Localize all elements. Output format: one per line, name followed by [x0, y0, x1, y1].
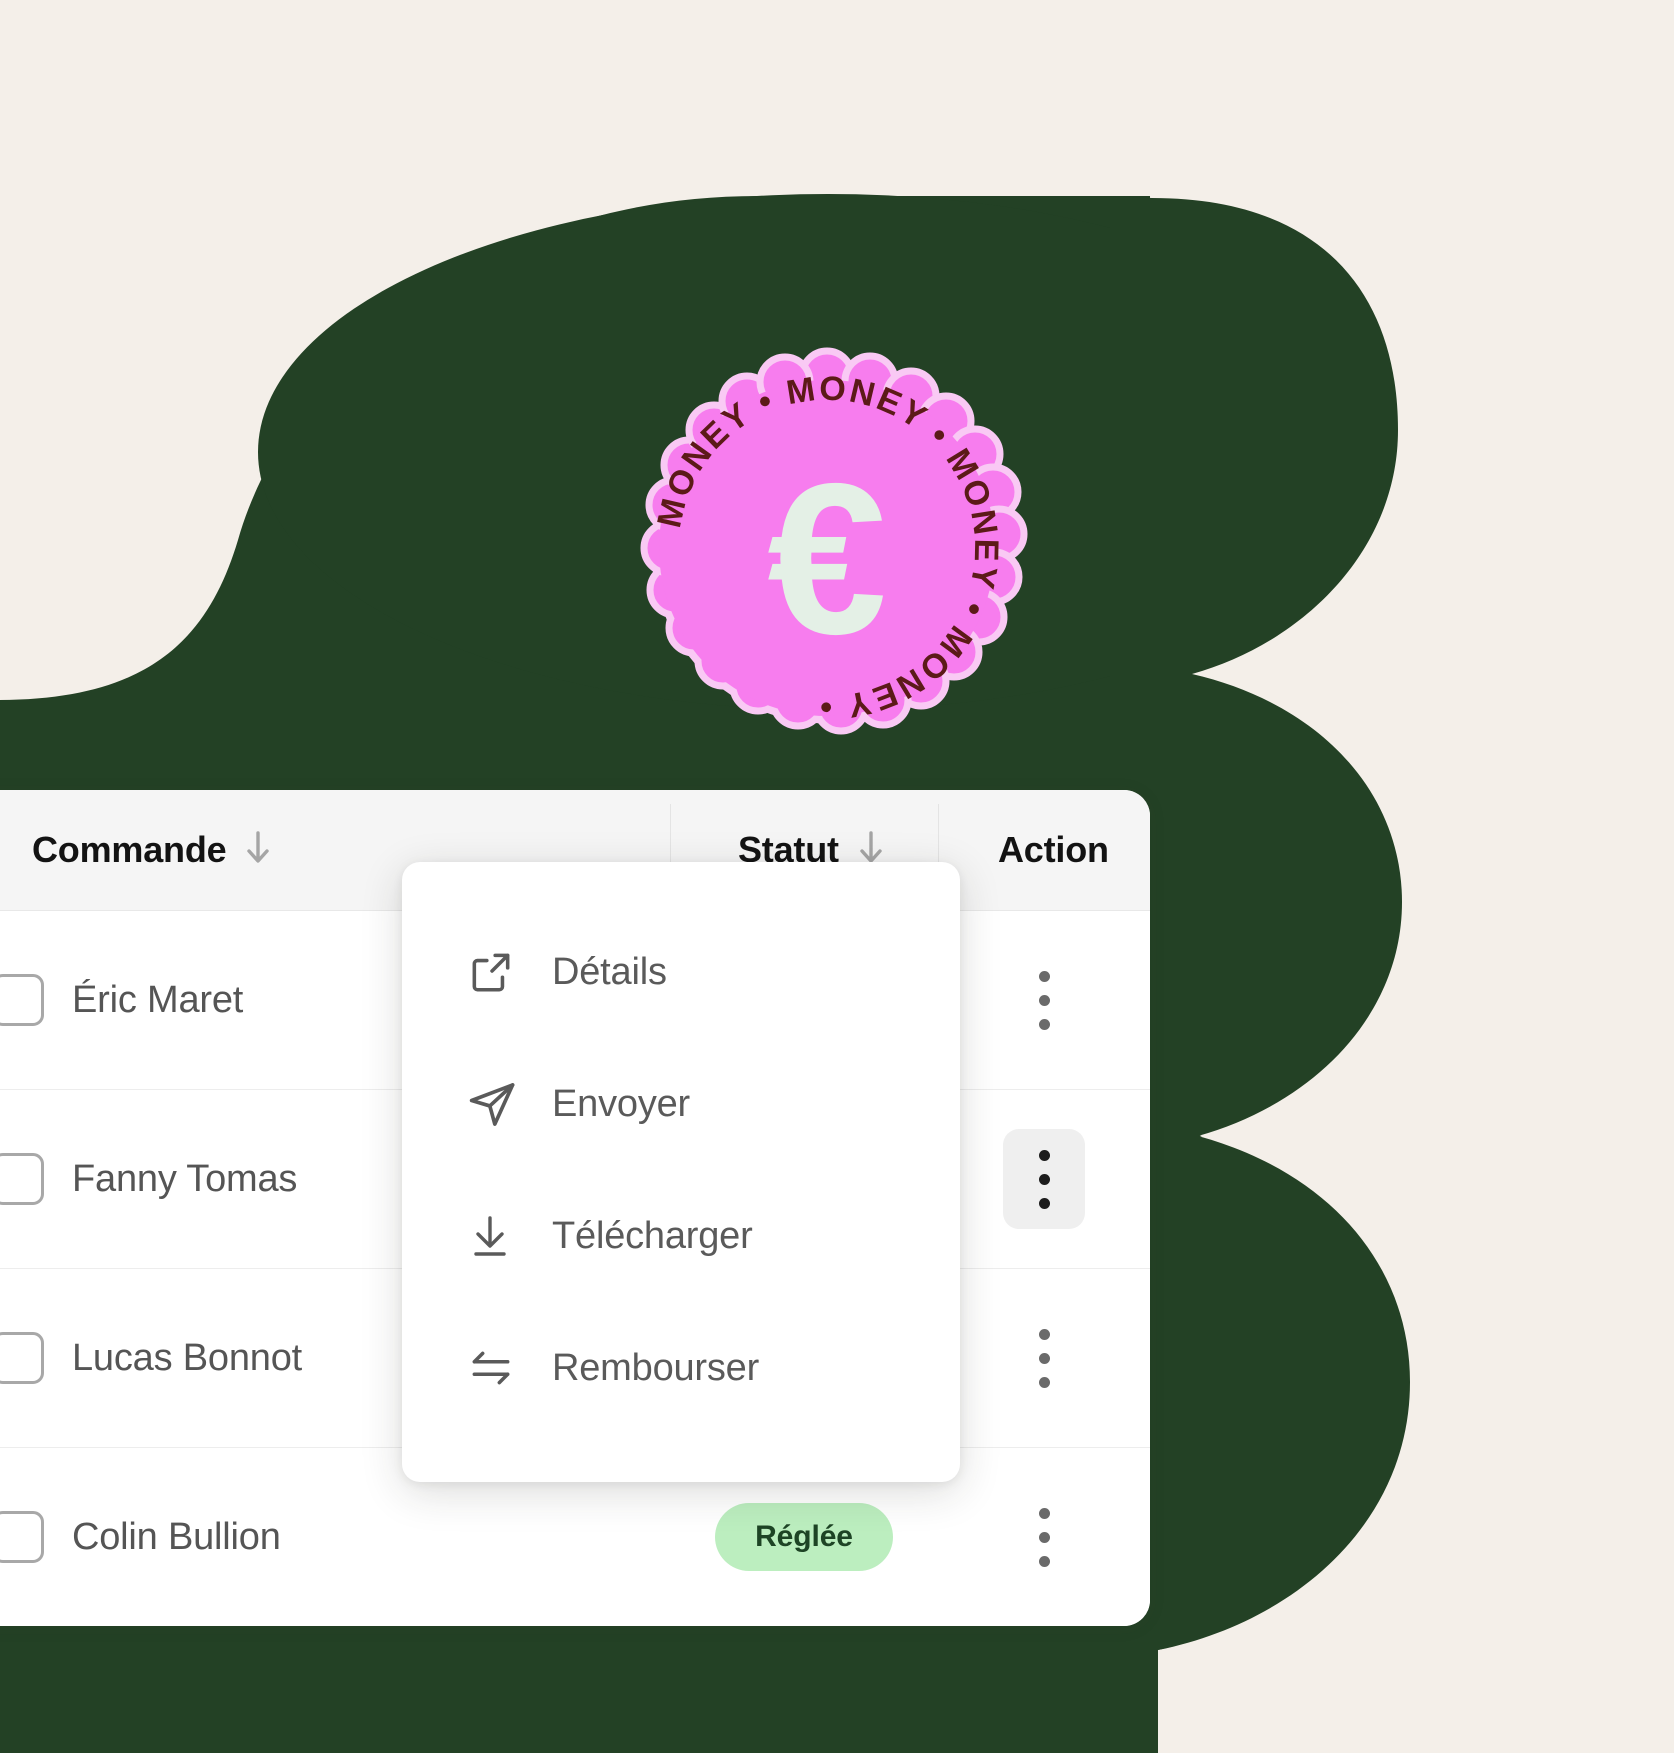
kebab-menu-icon[interactable]	[1003, 950, 1085, 1050]
menu-item-rembourser-label: Rembourser	[552, 1346, 760, 1389]
download-icon	[466, 1212, 522, 1260]
row-checkbox[interactable]	[0, 1153, 44, 1205]
status-badge: Réglée	[715, 1503, 893, 1571]
customer-name: Colin Bullion	[72, 1515, 281, 1558]
menu-item-telecharger[interactable]: Télécharger	[402, 1170, 960, 1302]
screen: MONEY • MONEY • MONEY • MONEY • € Comman…	[0, 0, 1674, 1753]
money-stamp: MONEY • MONEY • MONEY • MONEY • €	[640, 347, 1028, 735]
row-checkbox[interactable]	[0, 974, 44, 1026]
row-context-menu: Détails Envoyer Télécharger Rembourser	[402, 862, 960, 1482]
cell-action	[938, 1129, 1150, 1229]
menu-item-envoyer-label: Envoyer	[552, 1082, 691, 1125]
menu-item-telecharger-label: Télécharger	[552, 1214, 753, 1257]
kebab-menu-icon[interactable]	[1003, 1487, 1085, 1587]
cell-action	[938, 950, 1150, 1050]
customer-name: Lucas Bonnot	[72, 1336, 302, 1379]
menu-item-details-label: Détails	[552, 950, 667, 993]
cell-action	[938, 1308, 1150, 1408]
row-checkbox[interactable]	[0, 1511, 44, 1563]
cell-action	[938, 1487, 1150, 1587]
arrow-down-icon[interactable]	[242, 828, 274, 873]
kebab-menu-icon[interactable]	[1003, 1308, 1085, 1408]
cell-statut: Réglée	[670, 1503, 938, 1571]
row-checkbox[interactable]	[0, 1332, 44, 1384]
column-header-action-label: Action	[998, 829, 1109, 870]
swap-arrows-icon	[466, 1343, 522, 1393]
cell-commande: Colin Bullion	[0, 1511, 670, 1563]
customer-name: Éric Maret	[72, 978, 244, 1021]
column-header-commande-label: Commande	[32, 829, 227, 870]
menu-item-rembourser[interactable]: Rembourser	[402, 1302, 960, 1434]
send-icon	[466, 1078, 522, 1130]
euro-symbol: €	[767, 438, 887, 679]
menu-item-details[interactable]: Détails	[402, 906, 960, 1038]
kebab-menu-icon[interactable]	[1003, 1129, 1085, 1229]
column-header-action: Action	[938, 790, 1150, 910]
menu-item-envoyer[interactable]: Envoyer	[402, 1038, 960, 1170]
external-link-icon	[466, 947, 522, 997]
customer-name: Fanny Tomas	[72, 1157, 298, 1200]
